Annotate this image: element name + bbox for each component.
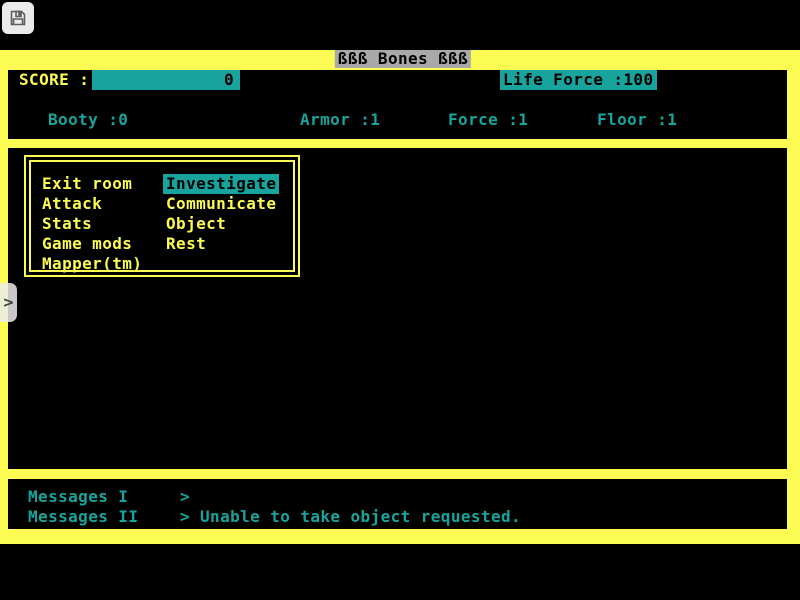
save-button[interactable] [2,2,34,34]
menu-item-communicate[interactable]: Communicate [166,194,279,214]
menu-item-rest[interactable]: Rest [166,234,279,254]
game-viewport: Exit room Attack Stats Game mods Mapper(… [8,148,787,469]
menu-item-exit-room[interactable]: Exit room [42,174,142,194]
sidebar-expand-handle[interactable]: > [0,283,17,322]
action-menu-border: Exit room Attack Stats Game mods Mapper(… [29,160,295,272]
life-force-badge: Life Force :100 [500,70,657,90]
action-menu-left-column: Exit room Attack Stats Game mods Mapper(… [42,174,142,274]
stat-armor: Armor :1 [300,110,380,130]
stat-force: Force :1 [448,110,528,130]
messages-panel: Messages I > Messages II > Unable to tak… [8,479,787,529]
messages-2-prompt: > [180,507,190,527]
action-menu-right-column: Investigate Communicate Object Rest [166,174,279,254]
menu-item-attack[interactable]: Attack [42,194,142,214]
chevron-right-icon: > [3,295,15,311]
messages-2-label: Messages II [28,507,138,527]
menu-item-stats[interactable]: Stats [42,214,142,234]
messages-2-text: Unable to take object requested. [200,507,521,527]
menu-item-game-mods[interactable]: Game mods [42,234,142,254]
game-screen: ßßß Bones ßßß SCORE : 0 Life Force :100 … [0,50,800,544]
stat-booty: Booty :0 [48,110,128,130]
score-value: 0 [224,70,234,89]
game-title: ßßß Bones ßßß [335,50,471,68]
messages-1-prompt: > [180,487,190,507]
hud-panel: SCORE : 0 Life Force :100 Booty :0 Armor… [8,70,787,139]
floppy-save-icon [8,8,28,28]
messages-1-label: Messages I [28,487,128,507]
menu-item-mapper[interactable]: Mapper(tm) [42,254,142,274]
stat-floor: Floor :1 [597,110,677,130]
menu-item-investigate[interactable]: Investigate [163,174,279,194]
score-label: SCORE : [19,70,89,90]
app-root: { "window": { "save_button": {"icon": "f… [0,0,800,600]
action-menu: Exit room Attack Stats Game mods Mapper(… [24,155,300,277]
menu-item-object[interactable]: Object [166,214,279,234]
score-bar: 0 [92,70,240,90]
